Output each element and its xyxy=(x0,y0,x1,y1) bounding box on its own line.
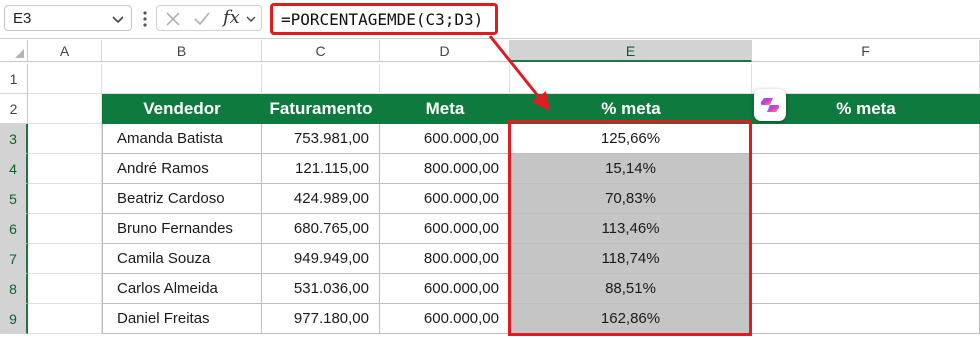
row-header-5[interactable]: 5 xyxy=(0,184,28,214)
cell-b1[interactable] xyxy=(102,64,262,94)
enter-check-icon[interactable] xyxy=(193,11,211,27)
row-header-2[interactable]: 2 xyxy=(0,94,28,124)
column-header-d[interactable]: D xyxy=(380,40,510,62)
cell-pct-meta[interactable]: 162,86% xyxy=(510,304,752,334)
cell-pct-meta[interactable]: 15,14% xyxy=(510,154,752,184)
cell-meta[interactable]: 600.000,00 xyxy=(380,214,510,244)
cell-vendedor[interactable]: Carlos Almeida xyxy=(102,274,262,304)
formula-buttons: fx xyxy=(156,5,262,31)
more-options-icon[interactable] xyxy=(142,9,148,29)
cell-faturamento[interactable]: 949.949,00 xyxy=(262,244,380,274)
cell-faturamento[interactable]: 121.115,00 xyxy=(262,154,380,184)
insert-function-icon[interactable]: fx xyxy=(223,7,240,28)
column-header-f[interactable]: F xyxy=(752,40,980,62)
cell-f7[interactable] xyxy=(752,244,980,274)
cell-f8[interactable] xyxy=(752,274,980,304)
cell-faturamento[interactable]: 977.180,00 xyxy=(262,304,380,334)
row-header-6[interactable]: 6 xyxy=(0,214,28,244)
cell-vendedor[interactable]: Beatriz Cardoso xyxy=(102,184,262,214)
cell-pct-meta[interactable]: 118,74% xyxy=(510,244,752,274)
cell-a5[interactable] xyxy=(28,184,102,214)
cell-meta[interactable]: 600.000,00 xyxy=(380,274,510,304)
fx-chevron-icon[interactable] xyxy=(245,13,257,25)
column-header-a[interactable]: A xyxy=(28,40,102,62)
cell-pct-meta[interactable]: 125,66% xyxy=(510,124,752,154)
cell-a2[interactable] xyxy=(28,94,102,124)
cell-a6[interactable] xyxy=(28,214,102,244)
cell-c1[interactable] xyxy=(262,64,380,94)
header-meta[interactable]: Meta xyxy=(380,94,510,124)
cell-f4[interactable] xyxy=(752,154,980,184)
cell-a7[interactable] xyxy=(28,244,102,274)
cell-pct-meta[interactable]: 88,51% xyxy=(510,274,752,304)
cell-faturamento[interactable]: 680.765,00 xyxy=(262,214,380,244)
cell-e1[interactable] xyxy=(510,64,752,94)
cell-vendedor[interactable]: Camila Souza xyxy=(102,244,262,274)
name-box[interactable]: E3 xyxy=(4,5,132,31)
cell-vendedor[interactable]: Amanda Batista xyxy=(102,124,262,154)
column-header-b[interactable]: B xyxy=(102,40,262,62)
copilot-button[interactable] xyxy=(754,89,786,121)
formula-bar: E3 fx =PORCENTAGEMDE(C3;D3) xyxy=(0,0,980,39)
header-vendedor[interactable]: Vendedor xyxy=(102,94,262,124)
header-faturamento[interactable]: Faturamento xyxy=(262,94,380,124)
cell-a9[interactable] xyxy=(28,304,102,334)
cancel-icon[interactable] xyxy=(165,11,181,27)
name-box-value: E3 xyxy=(13,10,32,27)
cell-meta[interactable]: 600.000,00 xyxy=(380,124,510,154)
row-header-7[interactable]: 7 xyxy=(0,244,28,274)
cell-a1[interactable] xyxy=(28,64,102,94)
cell-pct-meta[interactable]: 113,46% xyxy=(510,214,752,244)
select-all-corner[interactable] xyxy=(0,40,28,62)
cell-f9[interactable] xyxy=(752,304,980,334)
cell-meta[interactable]: 800.000,00 xyxy=(380,154,510,184)
cell-f1[interactable] xyxy=(752,64,980,94)
header-pct-meta-e[interactable]: % meta xyxy=(510,94,752,124)
cell-vendedor[interactable]: André Ramos xyxy=(102,154,262,184)
row-header-4[interactable]: 4 xyxy=(0,154,28,184)
cell-meta[interactable]: 600.000,00 xyxy=(380,184,510,214)
cell-vendedor[interactable]: Bruno Fernandes xyxy=(102,214,262,244)
cell-d1[interactable] xyxy=(380,64,510,94)
cell-a4[interactable] xyxy=(28,154,102,184)
formula-input[interactable]: =PORCENTAGEMDE(C3;D3) xyxy=(270,3,498,35)
row-header-1[interactable]: 1 xyxy=(0,64,28,94)
copilot-icon xyxy=(760,98,780,112)
row-header-9[interactable]: 9 xyxy=(0,304,28,334)
column-header-e[interactable]: E xyxy=(510,40,752,62)
row-header-8[interactable]: 8 xyxy=(0,274,28,304)
cell-pct-meta[interactable]: 70,83% xyxy=(510,184,752,214)
cell-f6[interactable] xyxy=(752,214,980,244)
cell-a8[interactable] xyxy=(28,274,102,304)
formula-text: =PORCENTAGEMDE(C3;D3) xyxy=(281,10,484,29)
cell-vendedor[interactable]: Daniel Freitas xyxy=(102,304,262,334)
chevron-down-icon[interactable] xyxy=(111,12,125,26)
cell-f3[interactable] xyxy=(752,124,980,154)
header-pct-meta-f[interactable]: % meta xyxy=(752,94,980,124)
cell-faturamento[interactable]: 424.989,00 xyxy=(262,184,380,214)
cell-f5[interactable] xyxy=(752,184,980,214)
column-header-c[interactable]: C xyxy=(262,40,380,62)
cell-meta[interactable]: 600.000,00 xyxy=(380,304,510,334)
cell-a3[interactable] xyxy=(28,124,102,154)
cell-faturamento[interactable]: 531.036,00 xyxy=(262,274,380,304)
cell-faturamento[interactable]: 753.981,00 xyxy=(262,124,380,154)
cell-meta[interactable]: 800.000,00 xyxy=(380,244,510,274)
row-header-3[interactable]: 3 xyxy=(0,124,28,154)
